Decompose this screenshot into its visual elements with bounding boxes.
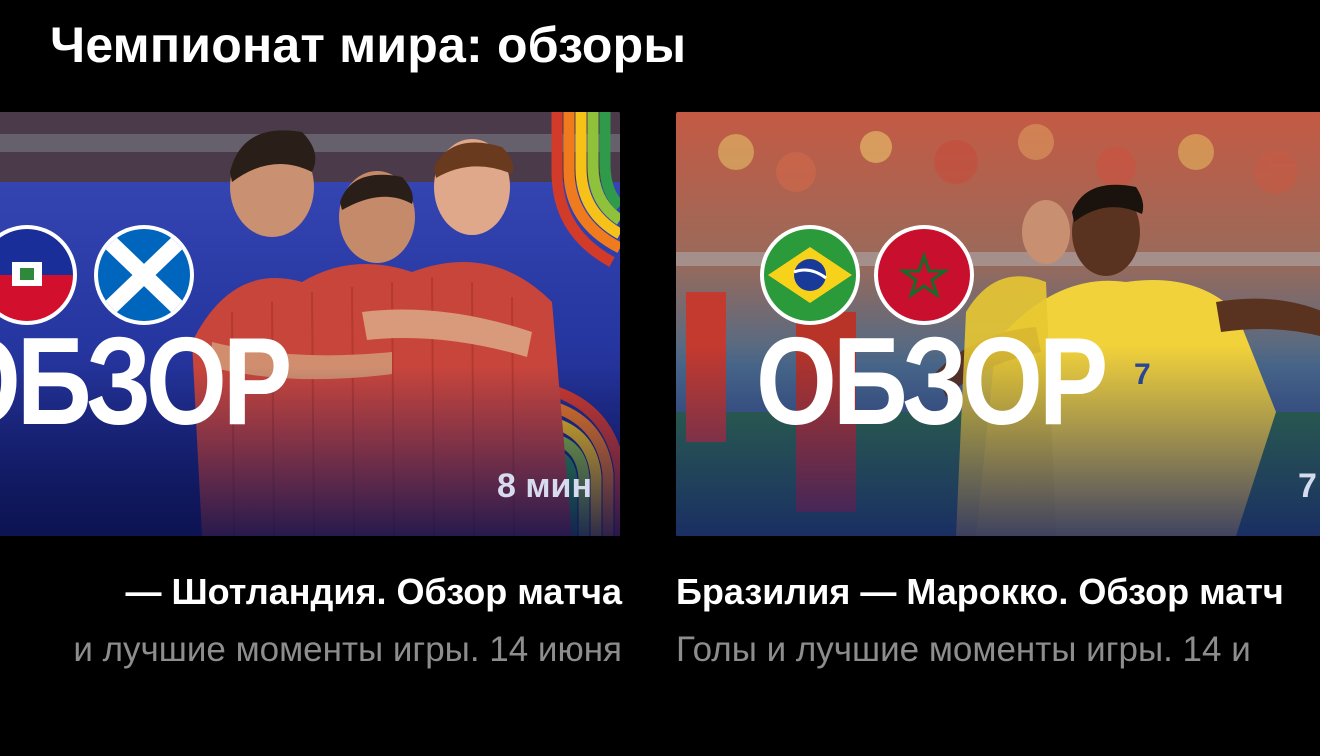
morocco-flag-icon [874,225,974,325]
video-duration: 7 [1298,467,1317,505]
video-title[interactable]: — Шотландия. Обзор матча [125,571,622,613]
video-duration: 8 мин [497,467,592,505]
video-subtitle: и лучшие моменты игры. 14 июня [73,630,622,669]
review-badge-text: ОБЗОР [756,312,1105,451]
review-badge-text: ОБЗОР [0,312,289,451]
video-thumbnail[interactable]: ОБЗОР 8 мин [0,112,620,536]
video-thumbnail[interactable]: 7 ОБЗОР 7 [676,112,1320,536]
video-title[interactable]: Бразилия — Марокко. Обзор матч [676,571,1284,613]
video-subtitle: Голы и лучшие моменты игры. 14 и [676,630,1251,669]
video-card-brazil-morocco[interactable]: 7 ОБЗОР 7 Бразилия — Марокко. О [676,112,1320,669]
brazil-flag-icon [760,225,860,325]
video-card-haiti-scotland[interactable]: ОБЗОР 8 мин — Шотландия. Обзор матча и л… [0,112,622,669]
thumbnail-image: 7 ОБЗОР [676,112,1320,536]
section-title: Чемпионат мира: обзоры [50,17,687,73]
